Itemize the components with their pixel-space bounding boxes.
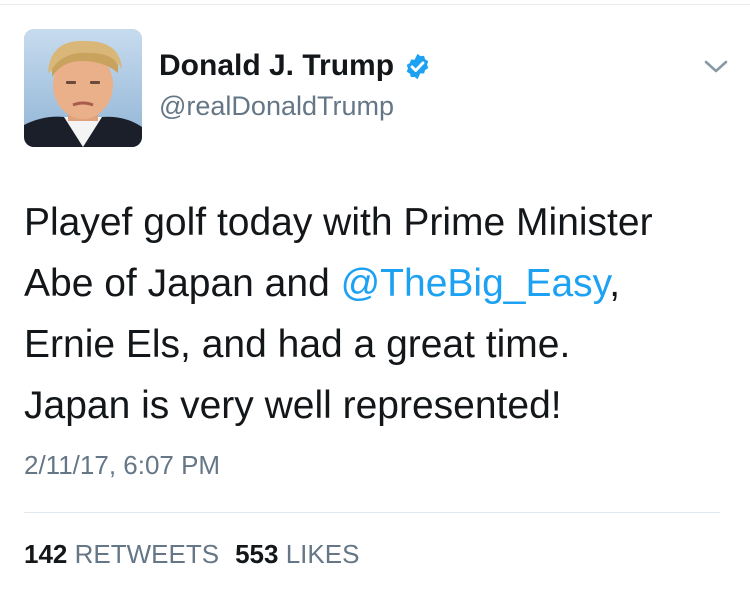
author-handle[interactable]: @realDonaldTrump xyxy=(159,91,394,122)
tweet-text-line: Abe of Japan and @TheBig_Easy, xyxy=(24,253,734,314)
stats-divider xyxy=(24,512,720,513)
tweet-text-segment: , xyxy=(609,262,621,305)
author-name-row: Donald J. Trump xyxy=(159,49,432,83)
tweet-text: Playef golf today with Prime Minister Ab… xyxy=(24,192,734,436)
avatar[interactable] xyxy=(24,29,142,147)
retweets-label: RETWEETS xyxy=(74,539,220,569)
chevron-down-icon[interactable] xyxy=(703,58,729,76)
top-divider xyxy=(0,4,750,5)
tweet-text-segment: Abe of Japan and xyxy=(24,262,341,305)
tweet-stats: 142 RETWEETS 553 LIKES xyxy=(24,539,359,570)
author-display-name[interactable]: Donald J. Trump xyxy=(159,49,394,83)
tweet-text-line: Japan is very well represented! xyxy=(24,384,562,427)
likes-count: 553 xyxy=(235,539,279,569)
retweets-stat[interactable]: 142 RETWEETS xyxy=(24,539,219,569)
likes-label: LIKES xyxy=(285,539,360,569)
tweet-text-line: Playef golf today with Prime Minister xyxy=(24,201,653,244)
tweet-text-line: Ernie Els, and had a great time. xyxy=(24,323,571,366)
likes-stat[interactable]: 553 LIKES xyxy=(235,539,359,569)
retweets-count: 142 xyxy=(24,539,68,569)
mention-link[interactable]: @TheBig_Easy xyxy=(341,262,610,305)
tweet-timestamp[interactable]: 2/11/17, 6:07 PM xyxy=(24,450,220,481)
verified-badge-icon xyxy=(403,52,432,81)
